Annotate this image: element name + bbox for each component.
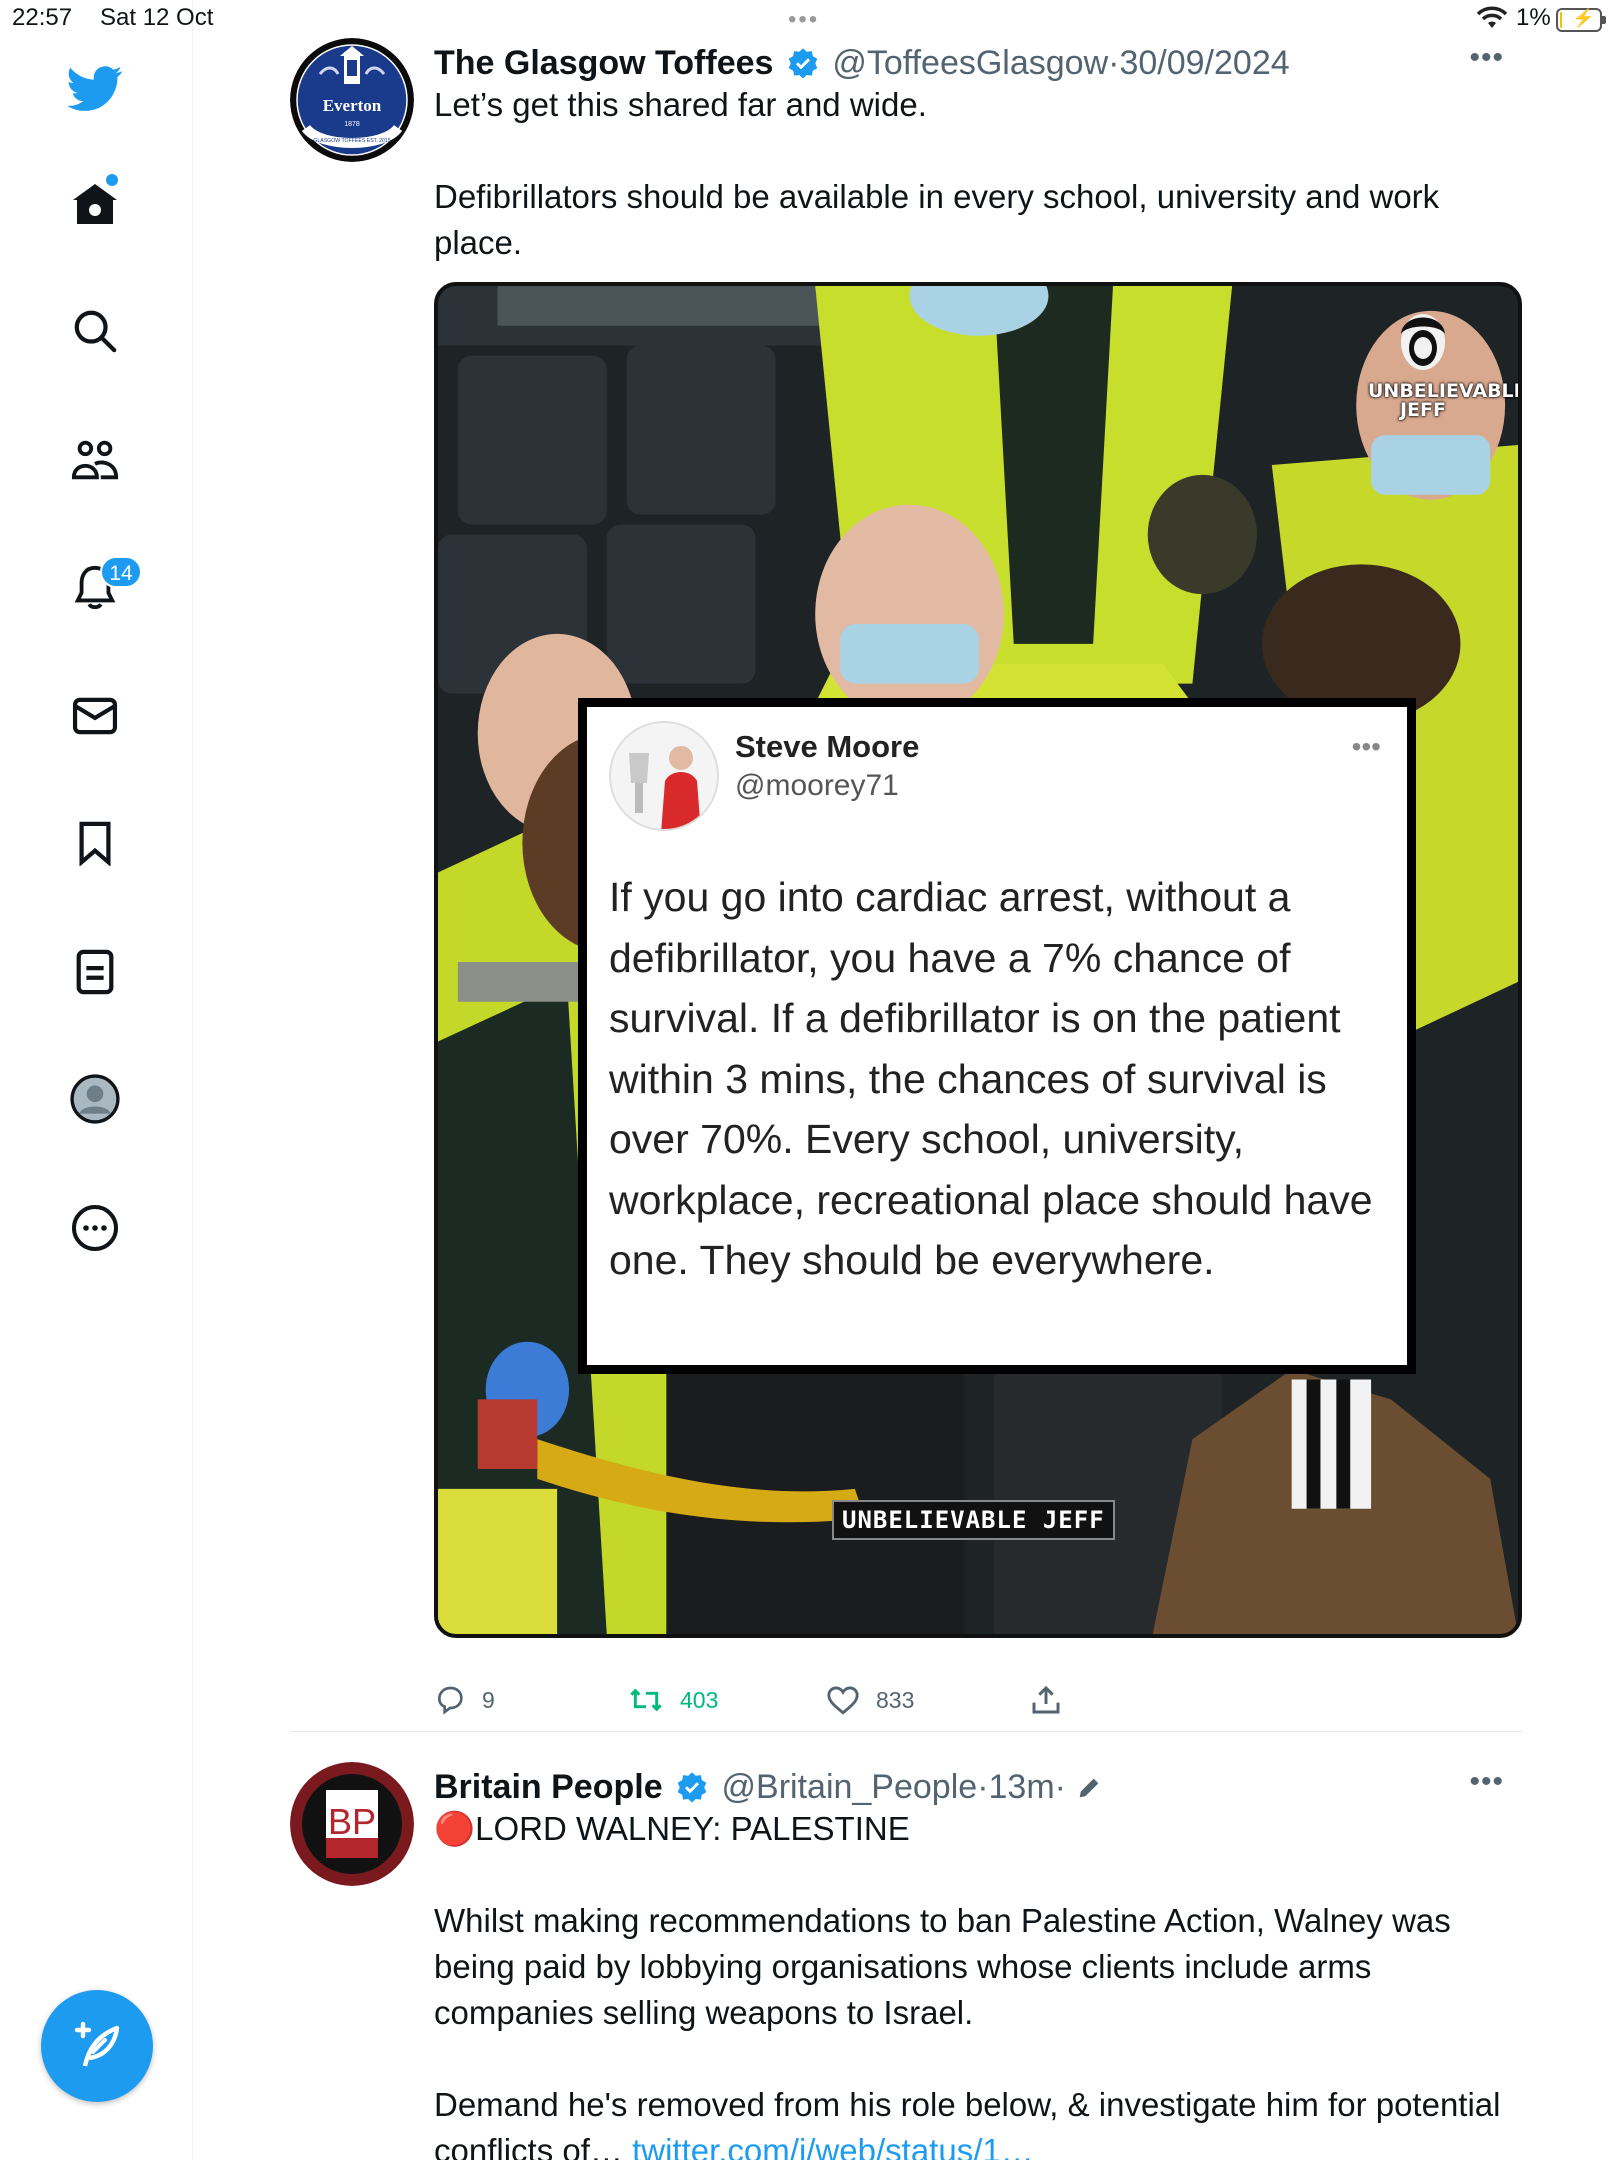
- avatar-ring-text: GLASGOW TOFFEES EST. 2015: [313, 138, 390, 144]
- communities-icon[interactable]: [60, 425, 130, 495]
- tweet-header: The Glasgow Toffees @ToffeesGlasgow·30/0…: [434, 38, 1290, 88]
- sidebar-nav: 14: [0, 0, 193, 2160]
- share-icon: [1032, 1685, 1060, 1714]
- heart-icon: [827, 1686, 859, 1715]
- battery-icon: ⚡: [1556, 8, 1606, 32]
- verified-badge-icon: [788, 48, 818, 79]
- tweet-text-paragraph: Demand he's removed from his role below,…: [434, 2082, 1504, 2160]
- tweet-text-paragraph: Whilst making recommendations to ban Pal…: [434, 1902, 1451, 2031]
- avatar-initials: BP: [328, 1801, 376, 1842]
- author-handle[interactable]: @Britain_People: [722, 1768, 978, 1806]
- home-unread-dot: [106, 174, 118, 186]
- tweet-actions: 9 403 833: [434, 1678, 1434, 1722]
- feather-plus-icon: [74, 2021, 120, 2067]
- author-name[interactable]: The Glasgow Toffees: [434, 44, 773, 82]
- retweet-count: 403: [680, 1686, 719, 1713]
- tweet-more-button[interactable]: •••: [1469, 1762, 1504, 1802]
- tweet[interactable]: BP Britain People @Britain_People·13m· •…: [290, 1762, 1522, 2160]
- twitter-logo-icon[interactable]: [60, 54, 130, 124]
- retweet-icon: [630, 1688, 662, 1712]
- compose-tweet-button[interactable]: [41, 1990, 153, 2102]
- separator: ·: [977, 1768, 989, 1806]
- multitasking-dots-icon[interactable]: •••: [788, 6, 819, 34]
- like-button[interactable]: 833: [826, 1678, 914, 1722]
- tweet-timestamp[interactable]: 13m: [989, 1768, 1055, 1806]
- avatar[interactable]: Everton 1878 GLASGOW TOFFEES EST. 2015: [290, 38, 414, 162]
- share-button[interactable]: [1030, 1678, 1062, 1722]
- quote-author-name: Steve Moore: [735, 729, 920, 764]
- more-icon[interactable]: [60, 1193, 130, 1263]
- avatar-club-name: Everton: [323, 96, 382, 115]
- watermark-logo-text: UNBELIEVABLE JEFF: [1368, 380, 1522, 421]
- lists-icon[interactable]: [60, 937, 130, 1007]
- battery-fill: [1560, 12, 1562, 28]
- author-handle[interactable]: @ToffeesGlasgow: [832, 44, 1108, 82]
- reply-count: 9: [482, 1686, 495, 1713]
- status-bar: 22:57 Sat 12 Oct ••• 1% ⚡: [0, 0, 1620, 40]
- separator: ·: [1054, 1768, 1066, 1806]
- watermark-badge: UNBELIEVABLE JEFF: [832, 1500, 1115, 1540]
- tweet-text-paragraph: Defibrillators should be available in ev…: [434, 178, 1440, 261]
- tweet-text-line: 🔴LORD WALNEY: PALESTINE: [434, 1810, 910, 1847]
- charging-bolt-icon: ⚡: [1572, 8, 1595, 28]
- messages-icon[interactable]: [60, 681, 130, 751]
- quoted-tweet-card: Steve Moore @moorey71 ••• If you go into…: [578, 698, 1416, 1374]
- avatar[interactable]: BP: [290, 1762, 414, 1886]
- watermark-logo: UNBELIEVABLE JEFF: [1368, 308, 1522, 428]
- tweet-divider: [290, 1731, 1522, 1732]
- quote-more-icon: •••: [1351, 731, 1381, 762]
- tweet[interactable]: Everton 1878 GLASGOW TOFFEES EST. 2015 T…: [290, 38, 1522, 1715]
- tweet-more-button[interactable]: •••: [1469, 38, 1504, 78]
- tweet-link[interactable]: twitter.com/i/web/status/1…: [632, 2132, 1034, 2160]
- battery-percent: 1%: [1516, 4, 1551, 31]
- avatar-club-year: 1878: [344, 121, 360, 128]
- status-time: 22:57: [12, 4, 73, 31]
- tweet-timestamp[interactable]: 30/09/2024: [1119, 44, 1289, 82]
- wifi-icon: [1476, 6, 1508, 28]
- quote-avatar: [609, 721, 719, 831]
- like-count: 833: [876, 1686, 915, 1713]
- reply-button[interactable]: 9: [434, 1678, 495, 1722]
- bookmarks-icon[interactable]: [60, 808, 130, 878]
- author-name[interactable]: Britain People: [434, 1768, 663, 1806]
- search-icon[interactable]: [60, 296, 130, 366]
- quote-author-handle: @moorey71: [735, 769, 899, 802]
- status-date: Sat 12 Oct: [100, 4, 214, 31]
- home-icon[interactable]: [60, 169, 130, 239]
- tweet-header: Britain People @Britain_People·13m·: [434, 1762, 1103, 1812]
- watermark-face-icon: [1401, 314, 1445, 370]
- tweet-text-line: Let’s get this shared far and wide.: [434, 86, 927, 123]
- reply-icon: [437, 1686, 463, 1715]
- quote-text: If you go into cardiac arrest, without a…: [609, 874, 1373, 1283]
- separator: ·: [1108, 44, 1120, 82]
- retweet-button[interactable]: 403: [628, 1678, 718, 1722]
- verified-badge-icon: [677, 1772, 707, 1803]
- tweet-media-image[interactable]: UNBELIEVABLE JEFF Steve Moore @moorey71 …: [434, 282, 1522, 1638]
- profile-icon[interactable]: [60, 1064, 130, 1134]
- edited-pencil-icon[interactable]: [1075, 1774, 1103, 1802]
- notifications-badge: 14: [100, 556, 142, 588]
